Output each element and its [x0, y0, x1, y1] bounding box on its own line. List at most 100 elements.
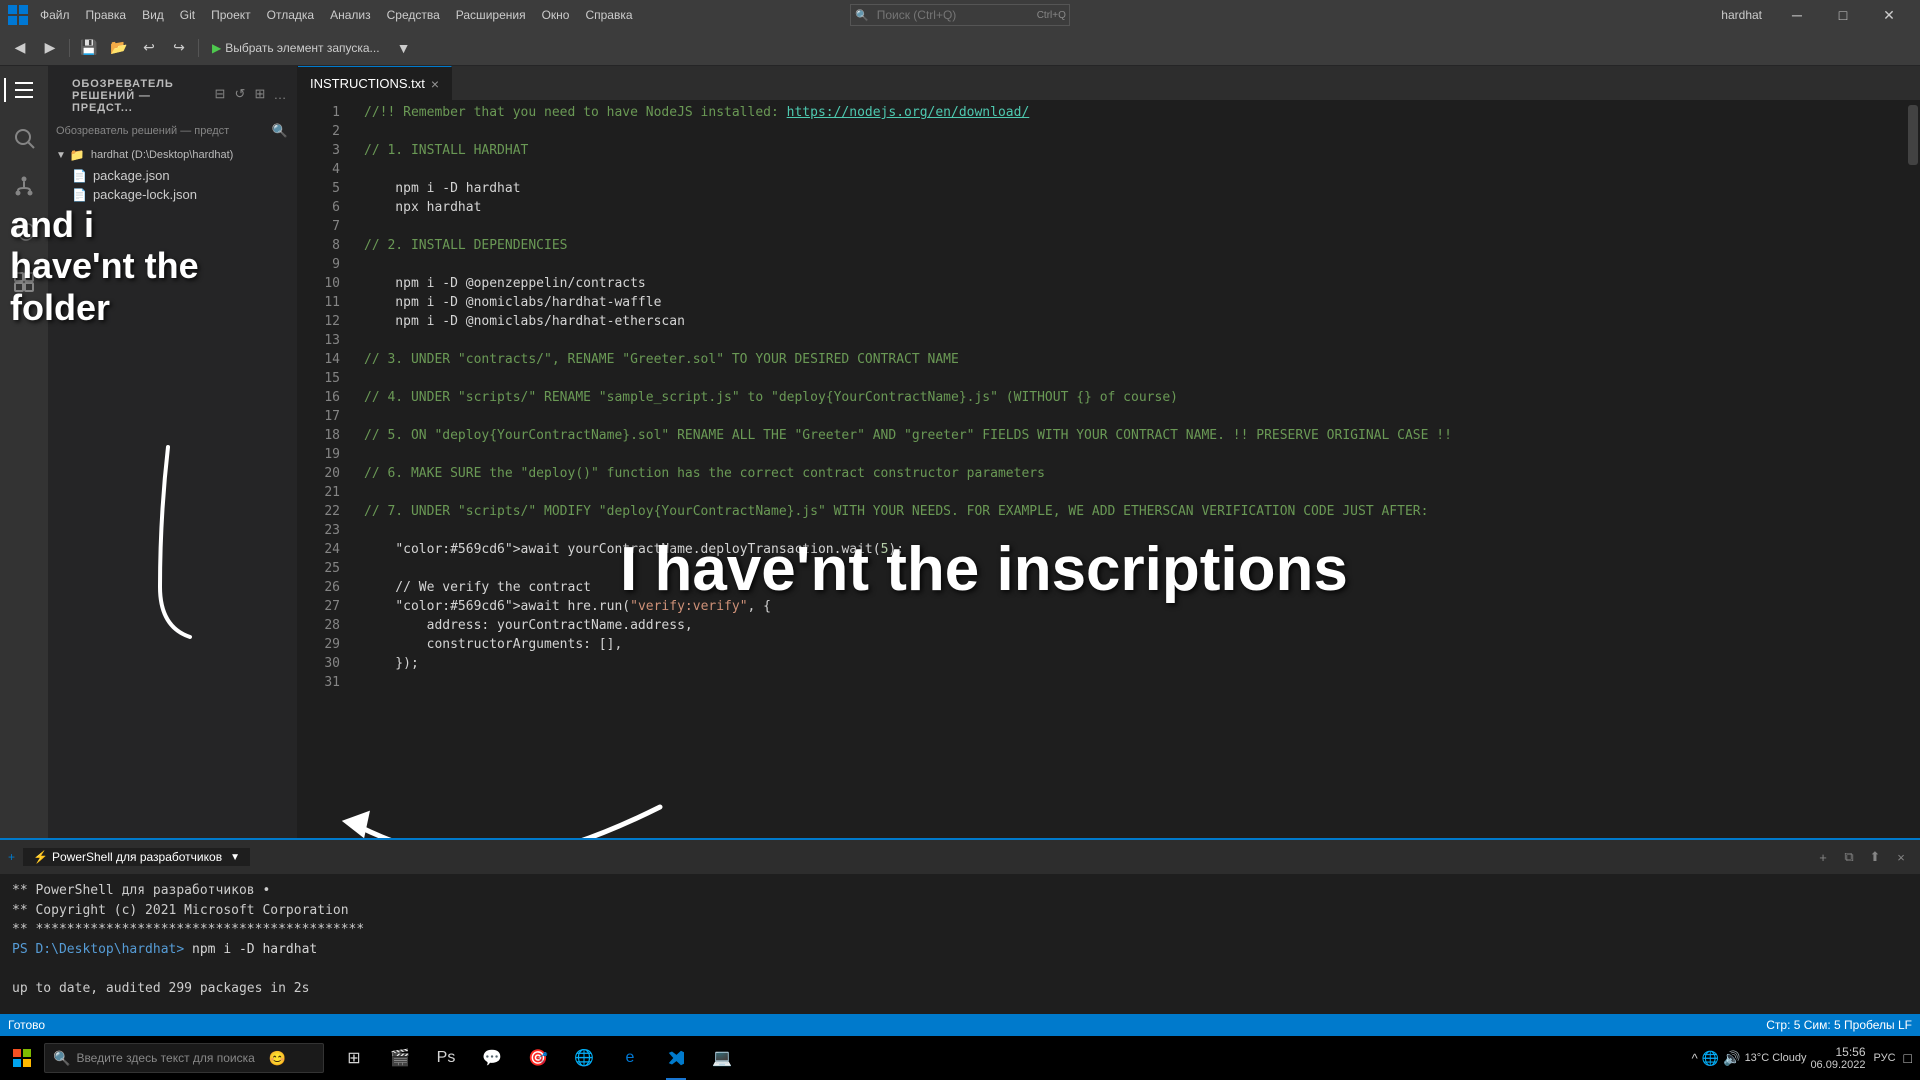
app-logo [8, 5, 28, 25]
terminal-tab-powershell[interactable]: ⚡ PowerShell для разработчиков ▼ [23, 848, 250, 866]
forward-button[interactable]: ▶ [36, 34, 64, 62]
explorer-root-header[interactable]: ▼ 📁 hardhat (D:\Desktop\hardhat) [48, 144, 297, 166]
minimize-button[interactable]: ─ [1774, 0, 1820, 30]
line-number: 14 [298, 350, 340, 369]
tree-item-package-lock-json[interactable]: 📄 package-lock.json [48, 185, 297, 204]
code-line: // 7. UNDER "scripts/" MODIFY "deploy{Yo… [364, 502, 1906, 521]
taskbar-app-vscode[interactable] [654, 1036, 698, 1080]
code-line [364, 445, 1906, 464]
taskbar-app-app5[interactable]: 🎯 [516, 1036, 560, 1080]
menu-extensions[interactable]: Расширения [448, 4, 534, 26]
activity-search[interactable] [4, 118, 44, 158]
taskbar-task-view[interactable]: ⊞ [332, 1036, 376, 1080]
menu-analyze[interactable]: Анализ [322, 4, 379, 26]
search-kbd: Ctrl+Q [1033, 10, 1070, 21]
terminal-plus-icon[interactable]: + [8, 850, 15, 864]
menu-project[interactable]: Проект [203, 4, 259, 26]
line-number: 18 [298, 426, 340, 445]
code-line [364, 369, 1906, 388]
terminal-maximize-btn[interactable]: ⬆ [1864, 846, 1886, 868]
start-button[interactable] [0, 1036, 44, 1080]
terminal-tab-label: PowerShell для разработчиков [52, 850, 222, 864]
terminal-tab-actions: + ⧉ ⬆ × [1812, 846, 1912, 868]
menu-git[interactable]: Git [172, 4, 203, 26]
line-number: 16 [298, 388, 340, 407]
line-number: 11 [298, 293, 340, 312]
terminal-close-btn[interactable]: × [1890, 846, 1912, 868]
code-line: npx hardhat [364, 198, 1906, 217]
taskbar-app-premiere[interactable]: 🎬 [378, 1036, 422, 1080]
code-line [364, 483, 1906, 502]
menu-tools[interactable]: Средства [379, 4, 448, 26]
taskbar-app-terminal[interactable]: 💻 [700, 1036, 744, 1080]
code-line [364, 331, 1906, 350]
maximize-button[interactable]: □ [1820, 0, 1866, 30]
taskbar-notification-icon[interactable]: □ [1904, 1050, 1912, 1066]
terminal-line: ** Copyright (c) 2021 Microsoft Corporat… [12, 901, 1908, 921]
scrollbar-thumb[interactable] [1908, 105, 1918, 165]
sidebar-filter-btn[interactable]: ⊞ [251, 85, 269, 103]
terminal-split-btn[interactable]: ⧉ [1838, 846, 1860, 868]
bottom-ready: Готово [8, 1018, 45, 1032]
activity-debug[interactable] [4, 214, 44, 254]
code-line [364, 255, 1906, 274]
save-all-button[interactable]: 💾 [75, 34, 103, 62]
code-line: // 3. UNDER "contracts/", RENAME "Greete… [364, 350, 1906, 369]
menu-search-box[interactable]: 🔍 Ctrl+Q [850, 4, 1070, 26]
tab-instructions[interactable]: INSTRUCTIONS.txt × [298, 66, 452, 101]
line-number: 22 [298, 502, 340, 521]
line-number: 19 [298, 445, 340, 464]
redo-button[interactable]: ↪ [165, 34, 193, 62]
menu-window[interactable]: Окно [534, 4, 578, 26]
menu-edit[interactable]: Правка [78, 4, 135, 26]
bottom-line-col: Стр: 5 Сим: 5 Пробелы LF [1766, 1018, 1912, 1032]
taskbar-app-chat[interactable]: 💬 [470, 1036, 514, 1080]
sidebar-search-row: Обозреватель решений — предст 🔍 [48, 118, 297, 144]
toolbar: ◀ ▶ 💾 📂 ↩ ↪ ▶ Выбрать элемент запуска...… [0, 30, 1920, 66]
sidebar-settings-btn[interactable]: … [271, 85, 289, 103]
code-line: "color:#569cd6">await hre.run("verify:ve… [364, 597, 1906, 616]
line-number: 7 [298, 217, 340, 236]
terminal-line: up to date, audited 299 packages in 2s [12, 979, 1908, 999]
run-dropdown-arrow[interactable]: ▼ [390, 34, 418, 62]
line-number: 31 [298, 673, 340, 692]
terminal-line: ** *************************************… [12, 920, 1908, 940]
taskbar-app-chrome[interactable]: 🌐 [562, 1036, 606, 1080]
taskbar-search[interactable]: 🔍 Введите здесь текст для поиска 😊 [44, 1043, 324, 1073]
activity-extensions[interactable] [4, 262, 44, 302]
taskbar-app-edge[interactable]: e [608, 1036, 652, 1080]
sidebar-search-btn[interactable]: 🔍 [271, 122, 289, 140]
line-number: 26 [298, 578, 340, 597]
menu-file[interactable]: Файл [32, 4, 78, 26]
search-input[interactable] [873, 8, 1033, 22]
open-file-button[interactable]: 📂 [105, 34, 133, 62]
taskbar-app-photoshop[interactable]: Ps [424, 1036, 468, 1080]
close-button[interactable]: ✕ [1866, 0, 1912, 30]
taskbar-clock[interactable]: 15:56 06.09.2022 [1810, 1045, 1865, 1071]
run-button[interactable]: ▶ Выбрать элемент запуска... [204, 39, 388, 57]
run-dropdown[interactable]: Выбрать элемент запуска... [225, 41, 379, 55]
terminal-add-btn[interactable]: + [1812, 846, 1834, 868]
terminal-tab-dropdown[interactable]: ▼ [230, 852, 240, 863]
back-button[interactable]: ◀ [6, 34, 34, 62]
tree-item-package-json[interactable]: 📄 package.json [48, 166, 297, 185]
tab-close-icon[interactable]: × [431, 76, 439, 92]
activity-explorer[interactable] [4, 70, 44, 110]
taskbar-chevron-icon[interactable]: ^ [1692, 1051, 1698, 1066]
tab-bar: INSTRUCTIONS.txt × [298, 66, 1920, 101]
activity-git[interactable] [4, 166, 44, 206]
undo-button[interactable]: ↩ [135, 34, 163, 62]
code-line: "color:#569cd6">await yourContractName.d… [364, 540, 1906, 559]
line-number: 27 [298, 597, 340, 616]
line-number: 17 [298, 407, 340, 426]
line-number: 28 [298, 616, 340, 635]
taskbar-time: 15:56 [1835, 1045, 1865, 1059]
menu-help[interactable]: Справка [577, 4, 640, 26]
menu-view[interactable]: Вид [134, 4, 172, 26]
sidebar-title: Обозреватель решений — предст... [60, 70, 211, 118]
sidebar-collapse-btn[interactable]: ⊟ [211, 85, 229, 103]
line-number: 24 [298, 540, 340, 559]
sidebar-refresh-btn[interactable]: ↺ [231, 85, 249, 103]
taskbar-emoji-icon: 😊 [269, 1050, 286, 1067]
menu-debug[interactable]: Отладка [259, 4, 322, 26]
